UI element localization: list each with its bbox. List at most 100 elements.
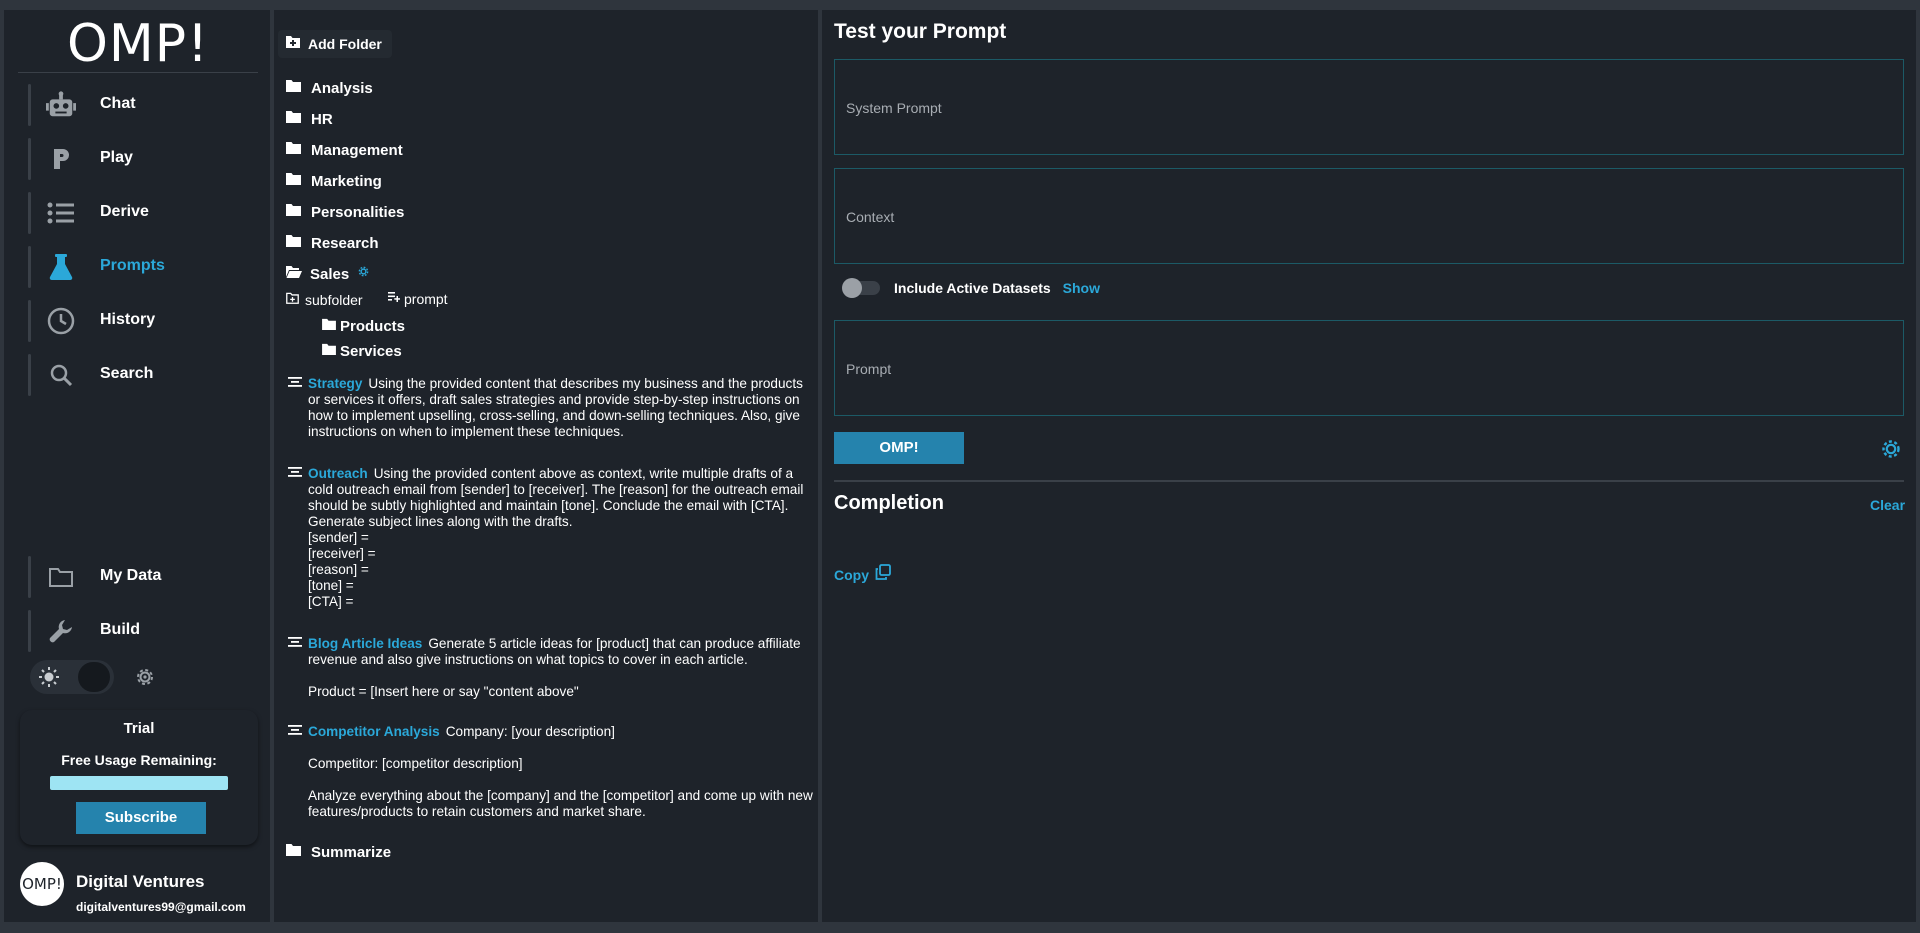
- folder-hr[interactable]: HR: [286, 107, 333, 131]
- sidebar-item-history[interactable]: History: [28, 300, 258, 342]
- folder-icon: [322, 342, 336, 360]
- folder-label: Analysis: [311, 79, 373, 97]
- theme-controls: [30, 660, 210, 694]
- trial-title: Trial: [123, 720, 155, 737]
- folder-label: Products: [340, 317, 406, 335]
- sidebar-item-chat[interactable]: Chat: [28, 84, 258, 126]
- folder-marketing[interactable]: Marketing: [286, 169, 382, 193]
- completion-title: Completion: [834, 492, 944, 514]
- gear-icon[interactable]: [134, 666, 156, 688]
- folder-icon: [286, 234, 301, 252]
- prompt-field[interactable]: Prompt: [834, 320, 1904, 416]
- gear-icon[interactable]: [1880, 438, 1902, 460]
- test-prompt-panel: Test your Prompt System Prompt Context I…: [822, 10, 1916, 922]
- sidebar-item-label: Prompts: [100, 257, 165, 274]
- sidebar-item-play[interactable]: Play: [28, 138, 258, 180]
- system-prompt-field[interactable]: System Prompt: [834, 59, 1904, 155]
- nav-indicator: [28, 354, 31, 396]
- sidebar-item-my-data[interactable]: My Data: [28, 556, 258, 598]
- folder-icon: [286, 203, 301, 221]
- subfolder-services[interactable]: Services: [322, 341, 402, 361]
- nav-indicator: [28, 84, 31, 126]
- nav-indicator: [28, 556, 31, 598]
- page-title: Test your Prompt: [834, 20, 1007, 43]
- clear-button[interactable]: Clear: [1870, 497, 1905, 513]
- sidebar-item-label: My Data: [100, 567, 162, 584]
- prompt-title[interactable]: Blog Article Ideas: [308, 636, 422, 651]
- folder-research[interactable]: Research: [286, 231, 379, 255]
- folder-icon: [286, 141, 301, 159]
- folder-plus-icon: [286, 291, 299, 309]
- prompt-text: Using the provided content that describe…: [308, 376, 807, 439]
- prompt-title[interactable]: Outreach: [308, 466, 368, 481]
- subscribe-button[interactable]: Subscribe: [76, 802, 206, 834]
- sidebar-item-label: Build: [100, 621, 140, 638]
- sidebar-item-build[interactable]: Build: [28, 610, 258, 652]
- folder-label: Marketing: [311, 172, 382, 190]
- avatar[interactable]: OMP!: [20, 862, 64, 906]
- folder-label: Management: [311, 141, 403, 159]
- subfolder-products[interactable]: Products: [322, 316, 405, 336]
- include-datasets-toggle[interactable]: [842, 278, 880, 298]
- clock-icon: [46, 307, 76, 335]
- folder-analysis[interactable]: Analysis: [286, 76, 373, 100]
- prompt-title[interactable]: Competitor Analysis: [308, 724, 440, 739]
- sidebar-item-label: Chat: [100, 95, 136, 112]
- show-datasets-link[interactable]: Show: [1063, 280, 1100, 296]
- play-p-icon: [46, 145, 76, 173]
- app-logo[interactable]: OMP!: [18, 16, 258, 72]
- user-email: digitalventures99@gmail.com: [76, 900, 246, 914]
- add-folder-label: Add Folder: [308, 36, 382, 52]
- prompt-library-panel: Add Folder Analysis HR Management Market…: [274, 10, 818, 922]
- nav-indicator: [28, 300, 31, 342]
- folder-management[interactable]: Management: [286, 138, 403, 162]
- sidebar: OMP! Chat Play Derive Prompts History Se…: [4, 10, 270, 922]
- add-subfolder-button[interactable]: subfolder: [286, 290, 363, 310]
- subfolder-label: subfolder: [305, 292, 363, 308]
- sidebar-item-derive[interactable]: Derive: [28, 192, 258, 234]
- user-name: Digital Ventures: [76, 872, 205, 891]
- sidebar-item-label: Search: [100, 365, 154, 382]
- folder-icon: [286, 843, 301, 861]
- nav-indicator: [28, 192, 31, 234]
- flask-icon: [46, 253, 76, 281]
- theme-toggle[interactable]: [30, 660, 114, 694]
- prompt-title[interactable]: Strategy: [308, 376, 362, 391]
- drag-handle-icon[interactable]: [288, 376, 302, 390]
- folder-personalities[interactable]: Personalities: [286, 200, 404, 224]
- sidebar-item-prompts[interactable]: Prompts: [28, 246, 258, 288]
- drag-handle-icon[interactable]: [288, 466, 302, 480]
- toggle-knob: [78, 662, 110, 692]
- sidebar-item-search[interactable]: Search: [28, 354, 258, 396]
- folder-open-icon: [286, 265, 302, 283]
- folder-summarize[interactable]: Summarize: [286, 840, 391, 864]
- include-datasets-row: Include Active Datasets Show: [842, 278, 1100, 298]
- drag-handle-icon[interactable]: [288, 636, 302, 650]
- context-field[interactable]: Context: [834, 168, 1904, 264]
- section-divider: [834, 480, 1904, 482]
- include-datasets-label: Include Active Datasets: [894, 280, 1051, 296]
- folder-label: Research: [311, 234, 379, 252]
- add-prompt-button[interactable]: prompt: [388, 289, 448, 309]
- folder-label: Services: [340, 342, 402, 360]
- field-placeholder: Context: [846, 209, 895, 225]
- prompt-label: prompt: [404, 291, 448, 307]
- folder-label: HR: [311, 110, 333, 128]
- sidebar-item-label: Play: [100, 149, 133, 166]
- folder-label: Summarize: [311, 843, 392, 861]
- prompt-text: Using the provided content above as cont…: [308, 466, 804, 609]
- nav-indicator: [28, 138, 31, 180]
- add-prompt-icon: [388, 290, 401, 308]
- gear-icon[interactable]: [357, 265, 370, 283]
- sun-icon: [38, 666, 60, 688]
- add-folder-button[interactable]: Add Folder: [278, 30, 392, 58]
- folder-plus-icon: [286, 35, 300, 53]
- sidebar-item-label: Derive: [100, 203, 149, 220]
- drag-handle-icon[interactable]: [288, 724, 302, 738]
- folder-sales[interactable]: Sales: [286, 262, 370, 286]
- wrench-icon: [46, 617, 76, 645]
- logo-divider: [18, 72, 258, 73]
- copy-button[interactable]: Copy: [834, 564, 891, 585]
- run-button[interactable]: OMP!: [834, 432, 964, 464]
- folder-icon: [322, 317, 336, 335]
